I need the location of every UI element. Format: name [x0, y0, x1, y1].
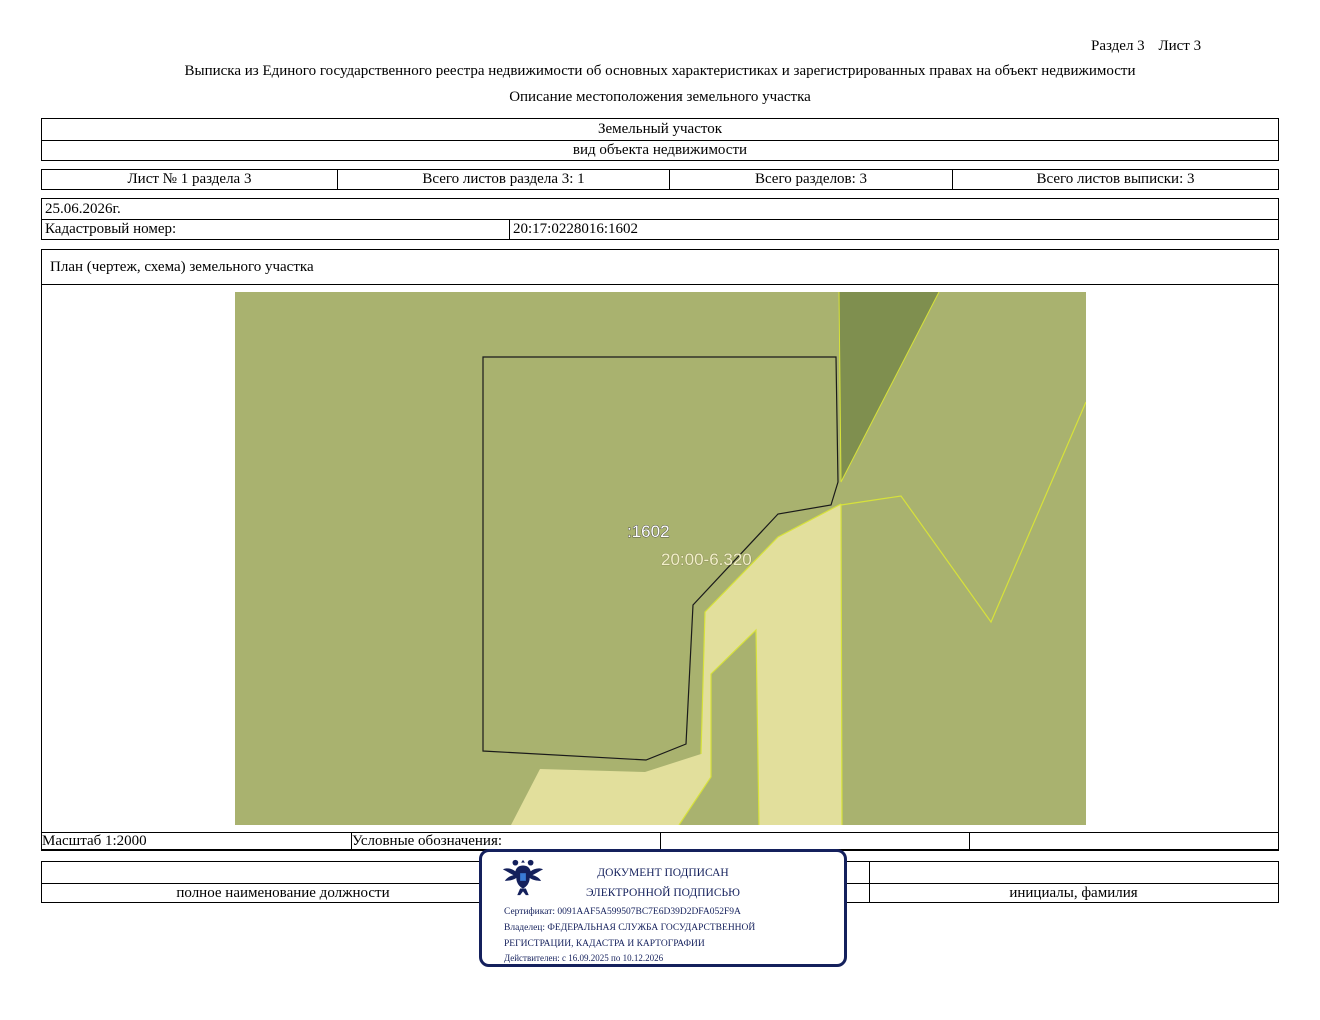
legend-cell-empty-2 — [969, 833, 1278, 850]
stamp-validity: Действителен: с 16.09.2025 по 10.12.2026 — [504, 953, 664, 963]
extract-sheets-total-cell: Всего листов выписки: 3 — [952, 170, 1278, 189]
document-subtitle: Описание местоположения земельного участ… — [509, 89, 811, 105]
cadastral-number: 20:17:0228016:1602 — [509, 220, 638, 239]
object-type-table: Земельный участок вид объекта недвижимос… — [41, 118, 1279, 161]
section-sheets-total-cell: Всего листов раздела 3: 1 — [337, 170, 669, 189]
plan-title-divider — [42, 284, 1278, 285]
stamp-line-2: ЭЛЕКТРОННОЙ ПОДПИСЬЮ — [586, 887, 740, 899]
section-number: Раздел 3 — [1091, 38, 1145, 54]
section-label: Раздел 3 Лист 3 — [1091, 38, 1201, 55]
sheet-number: Лист 3 — [1158, 38, 1202, 54]
sheet-number-cell: Лист № 1 раздела 3 — [127, 171, 252, 187]
electronic-signature-stamp: ДОКУМЕНТ ПОДПИСАН ЭЛЕКТРОННОЙ ПОДПИСЬЮ С… — [479, 849, 847, 967]
stamp-owner-2: РЕГИСТРАЦИИ, КАДАСТРА И КАРТОГРАФИИ — [504, 939, 705, 949]
document-title: Выписка из Единого государственного реес… — [184, 63, 1136, 79]
cadastral-label: Кадастровый номер: — [45, 221, 177, 237]
sheets-row: Лист № 1 раздела 3 Всего листов раздела … — [41, 169, 1279, 190]
stamp-line-1: ДОКУМЕНТ ПОДПИСАН — [597, 867, 729, 879]
extract-date: 25.06.2026г. — [45, 201, 121, 217]
name-caption: инициалы, фамилия — [1009, 885, 1138, 901]
plan-title: План (чертеж, схема) земельного участка — [50, 259, 314, 275]
stamp-owner-1: Владелец: ФЕДЕРАЛЬНАЯ СЛУЖБА ГОСУДАРСТВЕ… — [504, 923, 756, 933]
info-table: 25.06.2026г. Кадастровый номер: 20:17:02… — [41, 198, 1279, 240]
legend-cell-empty-1 — [660, 833, 969, 850]
zone-label: 20:00-6.320 — [661, 550, 752, 569]
land-plot-map: :1602 20:00-6.320 — [235, 292, 1086, 825]
info-divider — [42, 219, 1278, 220]
object-type-caption: вид объекта недвижимости — [572, 142, 748, 158]
parcel-label: :1602 — [627, 522, 670, 541]
position-caption: полное наименование должности — [176, 885, 390, 901]
map-scale: Масштаб 1:2000 — [42, 833, 147, 849]
legend-label: Условные обозначения: — [351, 833, 660, 850]
stamp-certificate: Сертификат: 0091AAF5A599507BC7E6D39D2DFA… — [504, 907, 741, 917]
sections-total-cell: Всего разделов: 3 — [669, 170, 952, 189]
object-type-value: Земельный участок — [42, 119, 1278, 141]
